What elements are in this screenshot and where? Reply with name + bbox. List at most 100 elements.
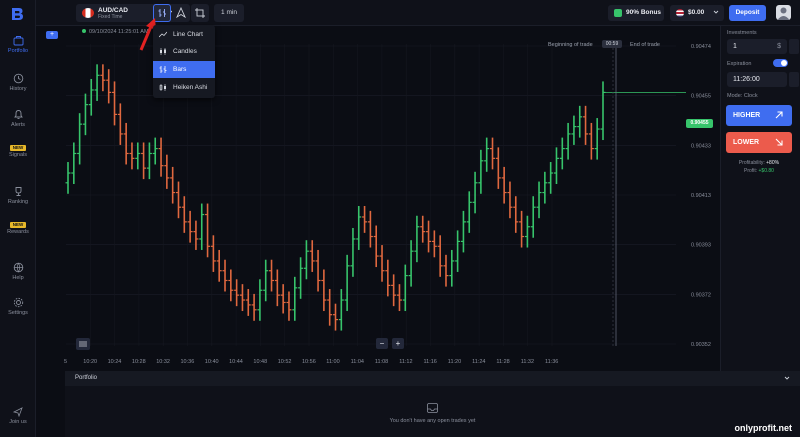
- history-icon: [13, 73, 23, 84]
- chart-settings-button[interactable]: [76, 338, 90, 350]
- sidebar-item-label: History: [9, 86, 27, 92]
- chart-type-heiken-ashi[interactable]: Heiken Ashi: [153, 79, 215, 96]
- indicators-button[interactable]: [191, 4, 209, 22]
- investment-stepper[interactable]: [789, 39, 799, 54]
- portfolio-header[interactable]: Portfolio: [65, 371, 800, 386]
- sidebar-item-alerts[interactable]: Alerts: [0, 109, 36, 128]
- expiration-label: Expiration: [727, 61, 752, 67]
- drawing-tools-button[interactable]: [172, 4, 190, 22]
- sidebar-item-settings[interactable]: Settings: [0, 297, 36, 316]
- x-tick-label: 11:36: [545, 359, 558, 365]
- sidebar: Portfolio History Alerts NEW Signals Ranking N…: [0, 0, 36, 437]
- chevron-down-icon[interactable]: [784, 375, 790, 381]
- y-tick-label: 0.90474: [691, 44, 711, 50]
- avatar[interactable]: [776, 5, 791, 20]
- trophy-icon: [15, 187, 21, 196]
- chart-type-heiken-ashi-label: Heiken Ashi: [173, 84, 208, 91]
- asset-name: AUD/CAD: [98, 7, 128, 14]
- timeframe-button[interactable]: 1 min: [214, 4, 244, 22]
- end-of-trade-label: End of trade: [630, 42, 660, 48]
- expiration-stepper[interactable]: [789, 72, 799, 87]
- chart-canvas[interactable]: 0.90474 0.90455 0.90433 0.90413 0.90393 0.903…: [36, 26, 720, 371]
- toggle-knob: [781, 60, 787, 66]
- usd-flag-icon: [676, 9, 684, 17]
- sidebar-item-rewards[interactable]: NEW Rewards: [0, 222, 36, 235]
- asset-mode: Fixed Time: [98, 14, 123, 20]
- expiration-input[interactable]: 11:26:00: [727, 72, 787, 87]
- y-tick-label: 0.90372: [691, 292, 711, 298]
- expiration-value: 11:26:00: [733, 76, 760, 83]
- x-tick-label: 10:56: [302, 359, 316, 365]
- chart-type-line[interactable]: Line Chart: [153, 26, 215, 43]
- sliders-icon: [79, 341, 87, 347]
- sidebar-item-label: Help: [12, 275, 24, 281]
- x-tick-label: 10:32: [156, 359, 170, 365]
- expiration-mode-toggle[interactable]: [773, 59, 788, 67]
- beginning-of-trade-label: Beginning of trade: [548, 42, 593, 48]
- zoom-out-button[interactable]: −: [376, 338, 388, 349]
- x-tick-label: 11:08: [375, 359, 388, 365]
- bars-icon: [159, 66, 167, 73]
- deposit-button[interactable]: Deposit: [729, 5, 766, 21]
- inbox-icon: [427, 403, 438, 413]
- chevron-down-icon: [713, 10, 719, 14]
- x-tick-label: 11:24: [472, 359, 485, 365]
- briefcase-icon: [13, 36, 23, 46]
- higher-label: HIGHER: [733, 112, 761, 119]
- sidebar-item-label: Settings: [8, 310, 28, 316]
- mode-label: Mode: Clock: [727, 93, 758, 99]
- add-chart-button[interactable]: +: [46, 31, 58, 39]
- watermark: onlyprofit.net: [734, 423, 793, 433]
- zoom-in-button[interactable]: +: [392, 338, 404, 349]
- sidebar-item-history[interactable]: History: [0, 73, 36, 92]
- chart-type-bars-label: Bars: [173, 66, 187, 73]
- price-chart[interactable]: 0.90474 0.90455 0.90433 0.90413 0.90393 0.903…: [36, 26, 720, 371]
- x-tick-label: 11:12: [399, 359, 412, 365]
- balance-selector[interactable]: $0.00: [670, 5, 724, 21]
- gift-icon: [614, 9, 622, 17]
- y-tick-label: 0.90433: [691, 143, 711, 149]
- sidebar-item-label: Portfolio: [7, 48, 29, 54]
- live-dot-icon: [82, 29, 86, 33]
- profitability-label: Profitability:: [738, 160, 765, 166]
- x-tick-label: 10:24: [108, 359, 122, 365]
- y-tick-label: 0.90393: [691, 243, 711, 249]
- profitability-value: +80%: [766, 160, 780, 166]
- x-tick-label: 10:40: [205, 359, 219, 365]
- send-icon: [13, 407, 23, 417]
- empty-portfolio-message: You don't have any open trades yet: [389, 418, 476, 424]
- investment-input[interactable]: 1 $: [727, 39, 787, 54]
- line-chart-icon: [159, 31, 167, 38]
- higher-button[interactable]: HIGHER: [726, 105, 792, 126]
- sidebar-item-help[interactable]: Help: [0, 262, 36, 281]
- sidebar-item-label: Alerts: [10, 122, 26, 128]
- join-us-link[interactable]: Join us: [0, 407, 36, 425]
- profitability-stat: Profitability: +80%: [721, 160, 797, 166]
- profit-label: Profit:: [744, 168, 758, 174]
- y-tick-label: 0.90413: [691, 193, 711, 199]
- balance-value: $0.00: [688, 9, 705, 16]
- x-tick-label: 11:16: [424, 359, 437, 365]
- x-tick-label: 5: [64, 359, 67, 365]
- lower-button[interactable]: LOWER: [726, 132, 792, 153]
- lower-label: LOWER: [733, 139, 760, 146]
- x-tick-label: 10:20: [83, 359, 97, 365]
- sidebar-item-label: Ranking: [7, 199, 29, 205]
- new-badge: NEW: [10, 145, 26, 151]
- chart-type-bars[interactable]: Bars: [153, 61, 215, 78]
- sidebar-item-ranking[interactable]: Ranking: [0, 186, 36, 205]
- new-badge: NEW: [10, 222, 26, 228]
- trade-panel: Investments 1 $ Expiration 11:26:00 Mode…: [720, 26, 800, 371]
- sidebar-item-label: Rewards: [7, 229, 29, 235]
- chart-type-line-label: Line Chart: [173, 31, 203, 38]
- join-us-label: Join us: [9, 419, 27, 425]
- heiken-ashi-icon: [159, 84, 166, 91]
- profit-value: +$0.80: [758, 168, 774, 174]
- investment-value: 1: [733, 43, 737, 50]
- x-tick-label: 10:52: [278, 359, 292, 365]
- currency-suffix: $: [777, 43, 781, 50]
- sidebar-item-signals[interactable]: NEW Signals: [0, 145, 36, 158]
- bonus-button[interactable]: 90% Bonus: [608, 5, 664, 21]
- sidebar-item-portfolio[interactable]: Portfolio: [0, 35, 36, 54]
- chart-type-candles[interactable]: Candles: [153, 43, 215, 60]
